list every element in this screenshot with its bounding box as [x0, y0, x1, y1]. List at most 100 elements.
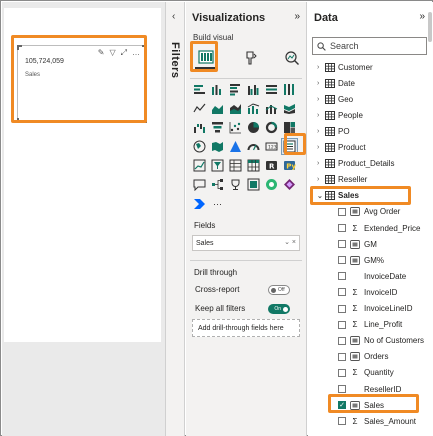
field-checkbox[interactable]	[338, 336, 346, 345]
field-well-actions[interactable]: ⌄ ×	[284, 238, 296, 246]
data-table-people[interactable]: › People	[317, 108, 363, 122]
power-apps-icon[interactable]	[282, 177, 297, 192]
chevron-right-icon[interactable]: ›	[317, 112, 325, 119]
data-field-no-of-customers[interactable]: No of Customers	[338, 334, 424, 348]
data-field-invoicedate[interactable]: InvoiceDate	[338, 269, 406, 283]
line-chart-icon[interactable]	[192, 101, 207, 116]
filters-label[interactable]: Filters	[169, 42, 181, 79]
data-field-sales-amount[interactable]: Σ Sales_Amount	[338, 414, 416, 428]
data-field-invoicelineid[interactable]: Σ InvoiceLineID	[338, 302, 412, 316]
key-influencers-icon[interactable]	[228, 177, 243, 192]
data-table-product[interactable]: › Product	[317, 141, 366, 155]
data-field-invoiceid[interactable]: Σ InvoiceID	[338, 285, 397, 299]
search-input[interactable]: Search	[312, 37, 427, 55]
chevron-right-icon[interactable]: ›	[317, 176, 325, 183]
clustered-bar-chart-icon[interactable]	[228, 82, 243, 97]
field-checkbox[interactable]	[338, 352, 346, 361]
python-visual-icon[interactable]: Py	[282, 158, 297, 173]
funnel-chart-icon[interactable]	[210, 120, 225, 135]
build-visual-button[interactable]	[195, 47, 217, 69]
format-visual-button[interactable]	[239, 47, 261, 69]
card-icon[interactable]: 123	[264, 139, 279, 154]
data-table-po[interactable]: › PO	[317, 124, 350, 138]
power-automate-icon[interactable]	[192, 196, 207, 211]
waterfall-chart-icon[interactable]	[192, 120, 207, 135]
field-checkbox[interactable]: ✓	[338, 401, 346, 410]
field-checkbox[interactable]	[338, 224, 346, 232]
cross-report-toggle[interactable]: Off	[268, 285, 290, 295]
multi-row-card-icon[interactable]	[281, 138, 298, 155]
decomposition-tree-icon[interactable]	[210, 177, 225, 192]
collapse-visualizations-icon[interactable]: »	[294, 11, 300, 22]
chevron-right-icon[interactable]: ›	[317, 80, 325, 87]
resize-handle[interactable]	[142, 45, 147, 50]
r-script-visual-icon[interactable]: R	[264, 158, 279, 173]
data-field-avg-order[interactable]: Avg Order	[338, 205, 400, 219]
filter-icon[interactable]: ▽	[109, 48, 115, 58]
chevron-down-icon[interactable]: ⌄	[317, 192, 325, 200]
matrix-icon[interactable]	[246, 158, 261, 173]
chevron-right-icon[interactable]: ›	[317, 144, 325, 151]
field-checkbox[interactable]	[338, 240, 346, 249]
pie-chart-icon[interactable]	[246, 120, 261, 135]
data-table-geo[interactable]: › Geo	[317, 92, 353, 106]
more-visuals-icon[interactable]: ···	[210, 196, 225, 211]
analytics-button[interactable]	[281, 47, 303, 69]
data-field-gm[interactable]: GM	[338, 237, 377, 251]
resize-handle[interactable]	[142, 118, 147, 123]
field-checkbox[interactable]	[338, 417, 346, 426]
chevron-right-icon[interactable]: ›	[317, 160, 325, 167]
field-checkbox[interactable]	[338, 288, 346, 297]
scatter-chart-icon[interactable]	[228, 120, 243, 135]
clustered-column-chart-icon[interactable]	[246, 82, 261, 97]
custom-visual-icon[interactable]	[264, 177, 279, 192]
expand-filters-icon[interactable]: ‹	[172, 11, 175, 22]
data-table-product-details[interactable]: › Product_Details	[317, 157, 394, 171]
data-field-line-profit[interactable]: Σ Line_Profit	[338, 318, 402, 332]
stacked-column-chart-icon[interactable]	[210, 82, 225, 97]
card-visual[interactable]: ✎ ▽ ⤢ … 105,724,059 Sales	[17, 45, 147, 123]
treemap-icon[interactable]	[282, 120, 297, 135]
stacked-area-chart-icon[interactable]	[228, 101, 243, 116]
map-icon[interactable]	[192, 139, 207, 154]
chevron-right-icon[interactable]: ›	[317, 128, 325, 135]
keep-all-filters-toggle[interactable]: On	[268, 304, 290, 314]
data-field-gm-[interactable]: GM%	[338, 253, 384, 267]
data-field-sales[interactable]: ✓ Sales	[338, 398, 384, 412]
gauge-icon[interactable]	[246, 139, 261, 154]
data-table-date[interactable]: › Date	[317, 76, 355, 90]
azure-map-icon[interactable]	[228, 139, 243, 154]
filled-map-icon[interactable]	[210, 139, 225, 154]
stacked-bar-chart-icon[interactable]	[192, 82, 207, 97]
data-field-resellerid[interactable]: ResellerID	[338, 382, 401, 396]
filters-pane-collapsed[interactable]: ‹ Filters	[165, 2, 185, 436]
line-and-clustered-column-icon[interactable]	[264, 101, 279, 116]
data-field-extended-price[interactable]: Σ Extended_Price	[338, 221, 420, 235]
field-checkbox[interactable]	[338, 368, 346, 377]
area-chart-icon[interactable]	[210, 101, 225, 116]
focus-icon[interactable]: ⤢	[121, 48, 127, 58]
field-checkbox[interactable]	[338, 320, 346, 329]
data-field-quantity[interactable]: Σ Quantity	[338, 366, 394, 380]
data-table-customer[interactable]: › Customer	[317, 60, 373, 74]
report-page[interactable]: ✎ ▽ ⤢ … 105,724,059 Sales	[4, 8, 161, 342]
table-icon[interactable]	[228, 158, 243, 173]
data-table-sales[interactable]: ⌄ Sales	[317, 189, 359, 203]
smart-narrative-icon[interactable]	[192, 177, 207, 192]
data-field-orders[interactable]: Orders	[338, 350, 388, 364]
more-icon[interactable]: …	[132, 48, 140, 58]
slicer-icon[interactable]	[210, 158, 225, 173]
chevron-right-icon[interactable]: ›	[317, 96, 325, 103]
donut-chart-icon[interactable]	[264, 120, 279, 135]
100-stacked-column-chart-icon[interactable]	[282, 82, 297, 97]
drill-through-drop-zone[interactable]: Add drill-through fields here	[192, 319, 300, 337]
scrollbar[interactable]	[428, 12, 432, 42]
field-checkbox[interactable]	[338, 304, 346, 313]
field-checkbox[interactable]	[338, 207, 346, 216]
field-checkbox[interactable]	[338, 385, 346, 393]
field-checkbox[interactable]	[338, 272, 346, 281]
ribbon-chart-icon[interactable]	[282, 101, 297, 116]
collapse-data-icon[interactable]: »	[419, 11, 425, 22]
kpi-icon[interactable]	[192, 158, 207, 173]
qa-visual-icon[interactable]	[246, 177, 261, 192]
